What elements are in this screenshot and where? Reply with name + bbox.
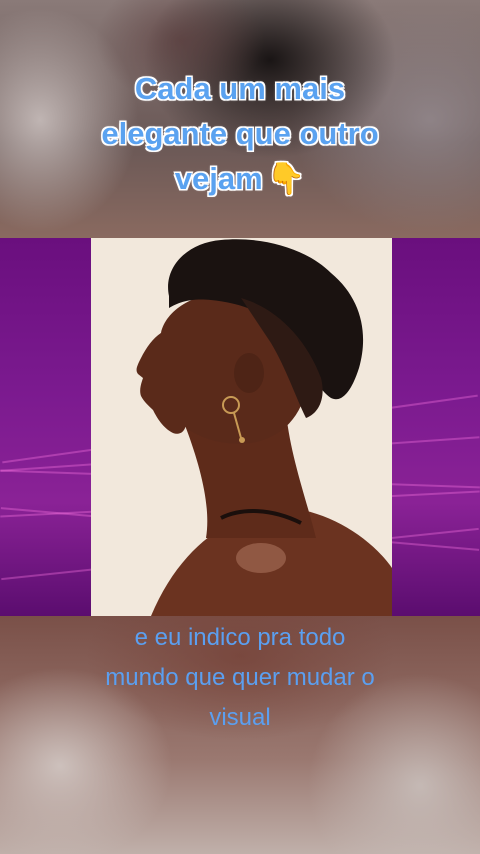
caption-line: elegante que outro (101, 116, 379, 151)
caption-line: vejam 👇 (40, 156, 440, 201)
pointing-down-emoji-icon: 👇 (266, 161, 306, 196)
top-caption: Cada um mais elegante que outro vejam 👇 (40, 66, 440, 201)
caption-line: visual (209, 704, 271, 731)
caption-text: vejam (174, 161, 263, 196)
caption-line: e eu indico pra todo (134, 624, 346, 651)
portrait-illustration (91, 238, 392, 616)
bottom-caption: e eu indico pra todo mundo que quer muda… (40, 618, 440, 738)
caption-line: mundo que quer mudar o (105, 664, 375, 691)
caption-line: Cada um mais (134, 71, 346, 106)
portrait-photo (91, 238, 392, 616)
